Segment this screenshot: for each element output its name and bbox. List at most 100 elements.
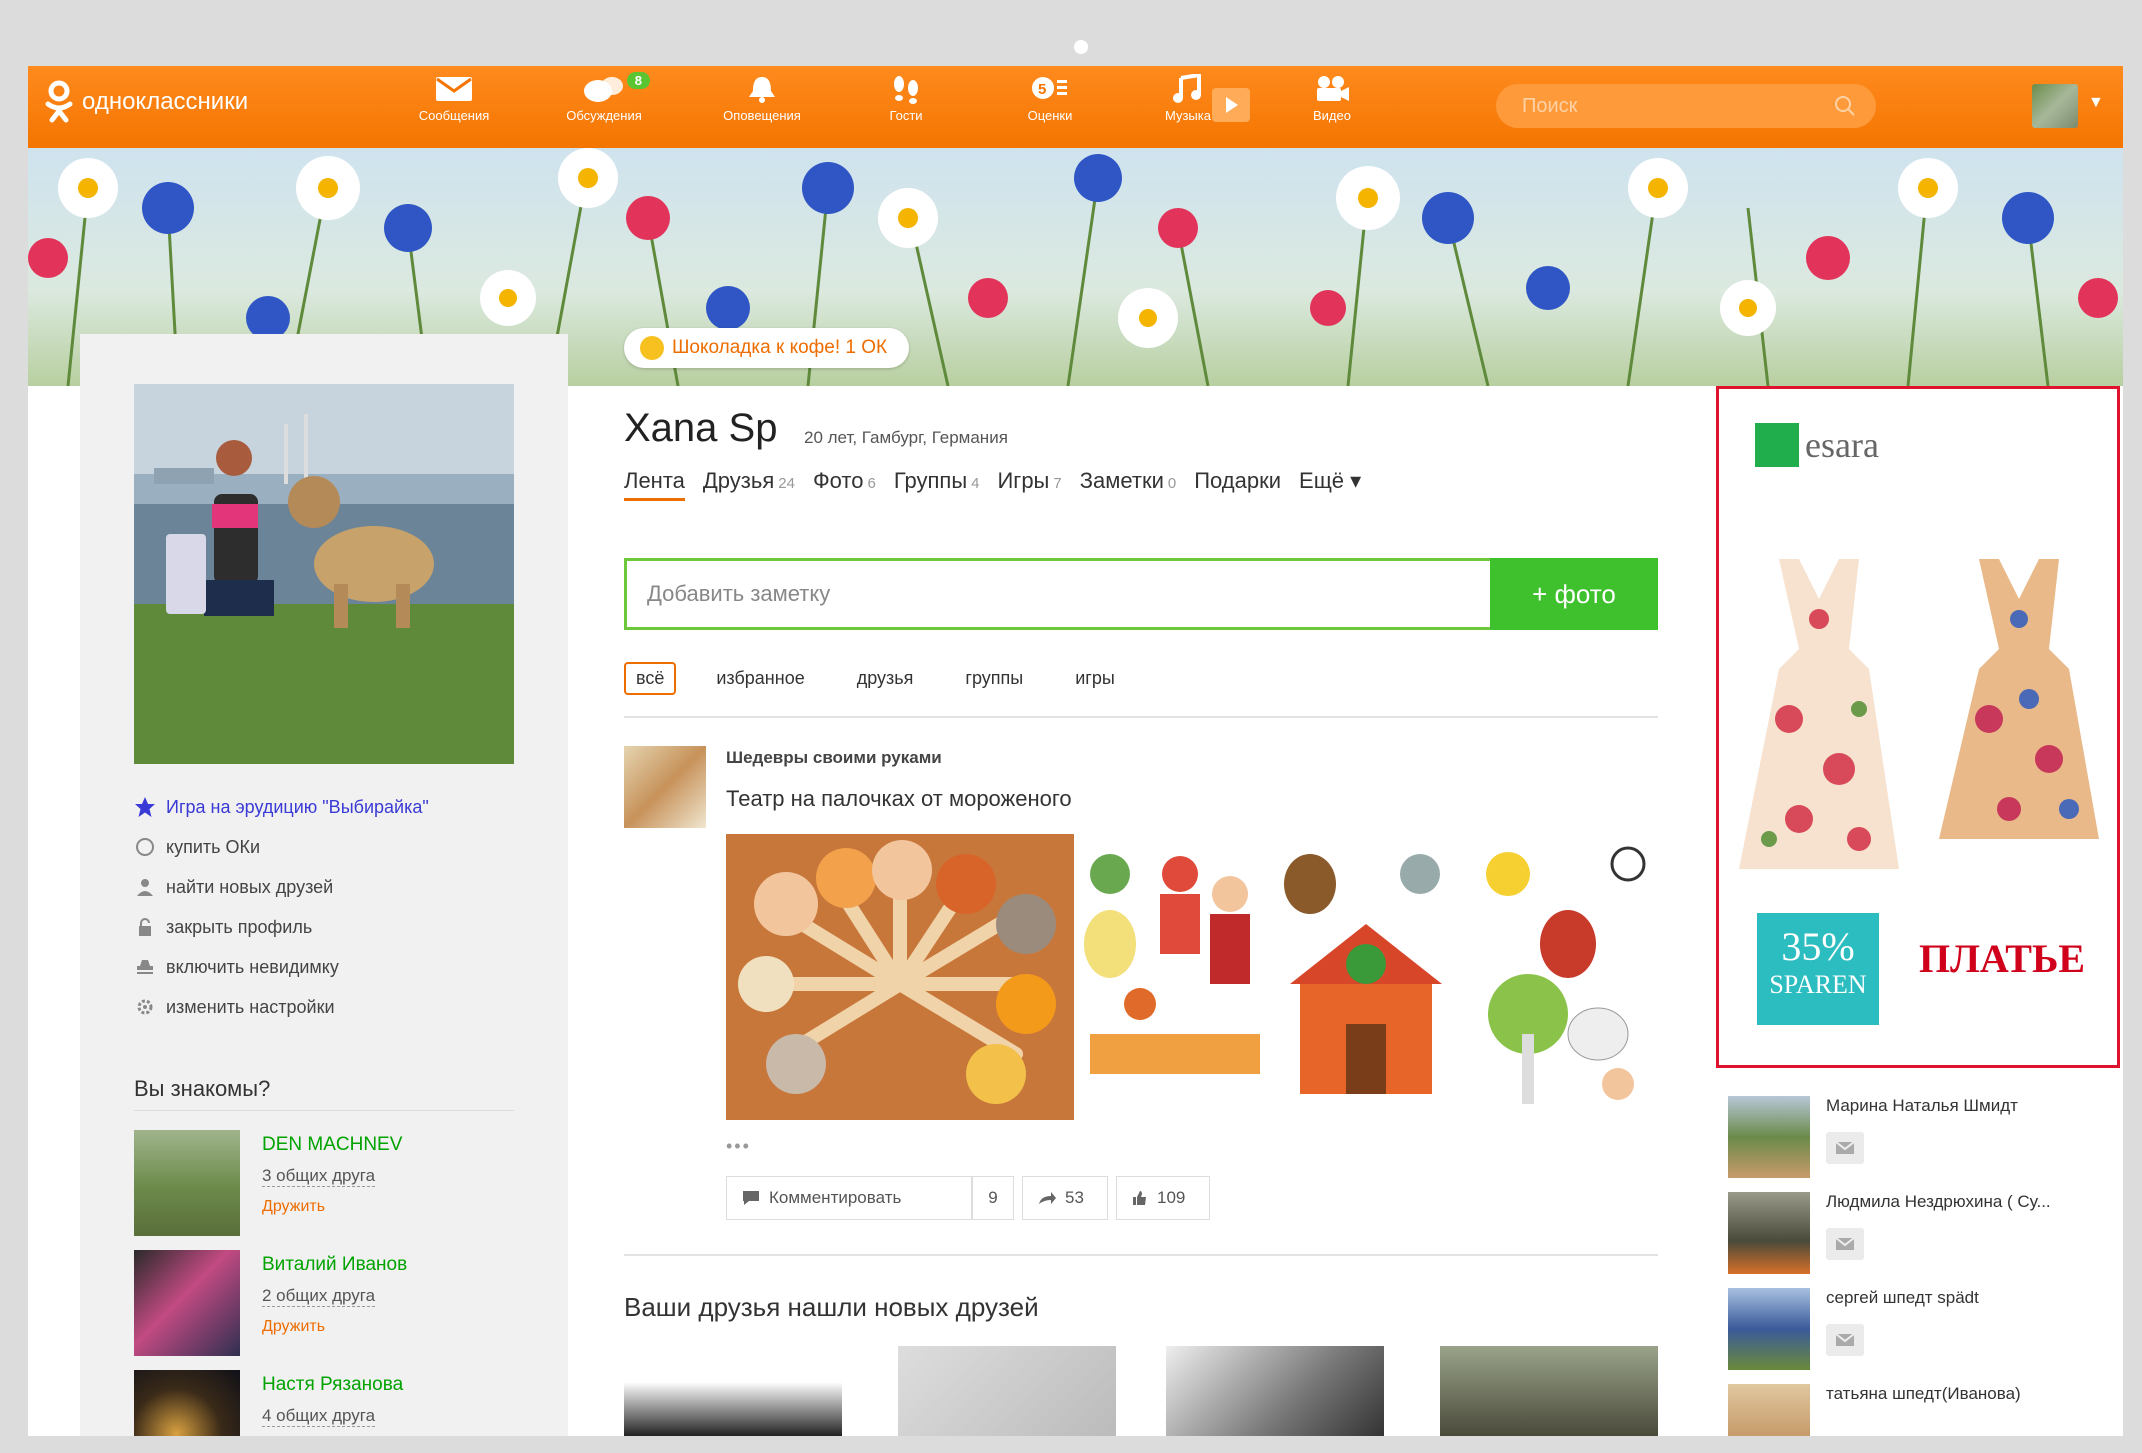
share-count: 53 [1065,1188,1084,1207]
left-link-label: закрыть профиль [166,916,313,937]
post-image[interactable] [1080,834,1264,1120]
smiley-icon [640,336,664,360]
nav-messages[interactable]: Сообщения [394,74,514,123]
ad-headline: ПЛАТЬЕ [1919,936,2086,981]
ratings-icon: 5 [1032,77,1067,99]
post-group-avatar[interactable] [624,746,706,828]
friend-avatar[interactable] [1728,1288,1810,1370]
friend-avatar[interactable] [1728,1192,1810,1274]
filter-all[interactable]: всё [624,662,677,695]
divider [624,716,1658,718]
profile-name: Xana Sp [624,406,778,450]
friend-name[interactable]: Настя Рязанова [262,1374,403,1396]
friend-name[interactable]: Виталий Иванов [262,1254,407,1276]
filter-favorites[interactable]: избранное [704,662,816,695]
envelope-icon [1835,1237,1855,1250]
right-friend-item[interactable]: Людмила Нездрюхина ( Су... [1728,1192,2123,1282]
friend-avatar[interactable] [1728,1384,1810,1436]
ad-logo: esara [1755,423,1879,467]
post-title[interactable]: Театр на палочках от мороженого [726,786,1072,812]
comment-icon [743,1191,759,1205]
friend-thumbnail[interactable] [1166,1346,1384,1436]
chevron-down-icon[interactable]: ▼ [2088,94,2104,112]
nav-guests[interactable]: Гости [846,74,966,123]
share-button[interactable]: 53 [1022,1176,1108,1220]
post-image[interactable] [726,834,1074,1120]
tab-groups[interactable]: Группы 4 [894,468,980,501]
friend-common[interactable]: 4 общих друга [262,1406,376,1427]
filter-groups[interactable]: группы [953,662,1035,695]
nav-discussions[interactable]: Обсуждения 8 [544,72,664,123]
friend-avatar[interactable] [134,1250,240,1356]
tab-feed[interactable]: Лента [624,468,685,501]
suggested-friend[interactable]: Настя Рязанова 4 общих друга [134,1370,534,1436]
profile-meta: 20 лет, Гамбург, Германия [804,428,1008,447]
filter-games[interactable]: игры [1063,662,1127,695]
friend-name[interactable]: Марина Наталья Шмидт [1826,1096,2018,1116]
friend-avatar[interactable] [1728,1096,1810,1178]
message-button[interactable] [1826,1228,1864,1260]
tab-games[interactable]: Игры 7 [997,468,1061,501]
search-input[interactable]: Поиск [1496,84,1876,128]
friend-thumbnail[interactable] [898,1346,1116,1436]
post-image[interactable] [1270,834,1462,1120]
friend-thumbnail[interactable] [1440,1346,1658,1436]
site-logo[interactable]: одноклассники [44,80,248,124]
friend-avatar[interactable] [134,1130,240,1236]
right-friend-item[interactable]: татьяна шпедт(Иванова) [1728,1384,2123,1436]
lock-icon [134,916,156,938]
add-note-input[interactable]: Добавить заметку [624,558,1502,630]
message-button[interactable] [1826,1132,1864,1164]
friend-name[interactable]: Людмила Нездрюхина ( Су... [1826,1192,2051,1212]
play-button[interactable] [1212,88,1250,122]
left-link-invisible[interactable]: включить невидимку [134,956,339,978]
post-group-name[interactable]: Шедевры своими руками [726,748,942,768]
suggested-friend[interactable]: DEN MACHNEV 3 общих друга Дружить [134,1130,534,1240]
nav-label: Видео [1313,108,1351,123]
profile-photo[interactable] [134,384,514,764]
add-photo-button[interactable]: + фото [1490,558,1658,630]
music-note-icon [1173,74,1201,103]
add-friend-link[interactable]: Дружить [262,1318,325,1336]
ad-logo-icon [1755,423,1799,467]
status-pill[interactable]: Шоколадка к кофе! 1 ОК [624,328,910,368]
advertisement[interactable]: esara 35% SPAREN ПЛАТЬЕ [1716,386,2120,1068]
message-button[interactable] [1826,1324,1864,1356]
comment-button[interactable]: Комментировать [726,1176,972,1220]
post-more-dots[interactable]: ••• [726,1136,751,1157]
tab-count: 7 [1053,475,1062,492]
user-avatar[interactable] [2032,84,2078,128]
tab-friends[interactable]: Друзья 24 [703,468,795,501]
friend-avatar[interactable] [134,1370,240,1436]
filter-friends[interactable]: друзья [845,662,926,695]
left-link-close-profile[interactable]: закрыть профиль [134,916,312,938]
suggested-friend[interactable]: Виталий Иванов 2 общих друга Дружить [134,1250,534,1360]
post-image[interactable] [1468,834,1658,1120]
tab-notes[interactable]: Заметки 0 [1080,468,1177,501]
browser-screen: одноклассники Сообщения Обсуждения 8 Опо… [28,66,2123,1436]
nav-ratings[interactable]: 5 Оценки [990,74,1110,123]
dresses-image [1739,559,2099,869]
tab-label: Группы [893,468,968,493]
tab-photos[interactable]: Фото 6 [813,468,876,501]
comment-count[interactable]: 9 [972,1176,1014,1220]
right-friend-item[interactable]: Марина Наталья Шмидт [1728,1096,2123,1186]
right-friend-item[interactable]: сергей шпедт spädt [1728,1288,2123,1378]
nav-video[interactable]: Видео [1272,74,1392,123]
left-link-game[interactable]: Игра на эрудицию "Выбирайка" [134,796,429,818]
friend-name[interactable]: сергей шпедт spädt [1826,1288,1979,1308]
friend-name[interactable]: DEN MACHNEV [262,1134,402,1156]
nav-notifications[interactable]: Оповещения [702,74,822,123]
stickers-image-2 [1284,854,1442,1094]
left-link-buy-oks[interactable]: купить ОКи [134,836,260,858]
tab-more[interactable]: Ещё ▾ [1299,468,1361,501]
tab-gifts[interactable]: Подарки [1194,468,1281,501]
left-link-find-friends[interactable]: найти новых друзей [134,876,333,898]
like-button[interactable]: 109 [1116,1176,1210,1220]
friend-common[interactable]: 3 общих друга [262,1166,376,1187]
friend-name[interactable]: татьяна шпедт(Иванова) [1826,1384,2021,1404]
add-friend-link[interactable]: Дружить [262,1198,325,1216]
friend-thumbnail[interactable] [624,1346,842,1436]
left-link-settings[interactable]: изменить настройки [134,996,335,1018]
friend-common[interactable]: 2 общих друга [262,1286,376,1307]
